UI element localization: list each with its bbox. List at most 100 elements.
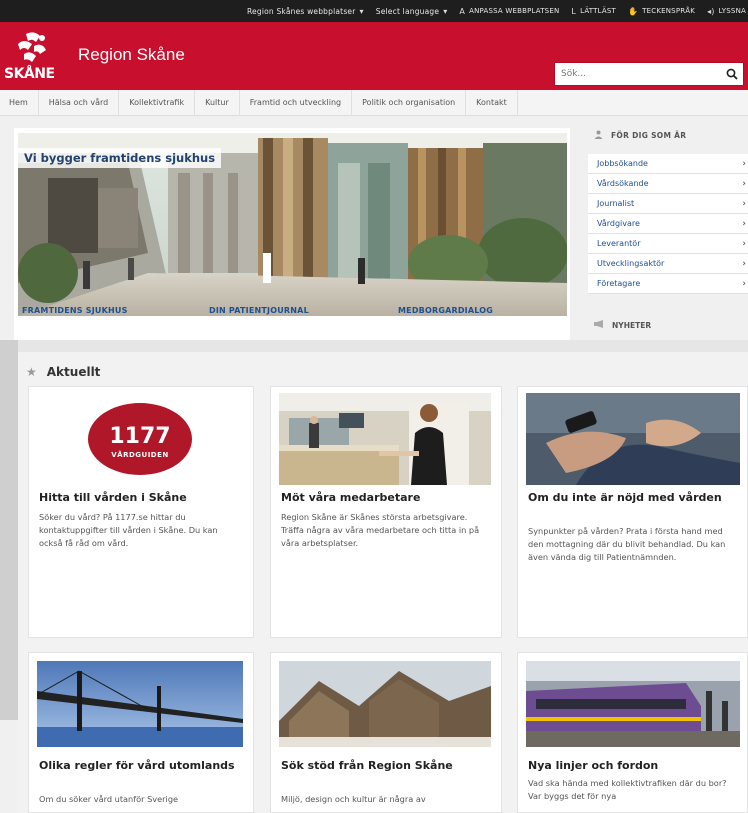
sign-language-link[interactable]: ✋ TECKENSPRÅK	[628, 7, 695, 16]
search-icon	[726, 68, 738, 80]
site-header: SKÅNE Region Skåne	[0, 22, 748, 90]
news-card[interactable]: Olika regler för vård utomlands Om du sö…	[28, 652, 254, 813]
news-card[interactable]: Nya linjer och fordon Vad ska hända med …	[517, 652, 748, 813]
chevron-right-icon: ›	[742, 218, 746, 229]
chevron-right-icon: ›	[742, 238, 746, 249]
aktuellt-title: Aktuellt	[46, 365, 101, 379]
sidebar-item-foretagare[interactable]: Företagare ›	[588, 274, 748, 294]
card-title[interactable]: Nya linjer och fordon	[528, 759, 728, 773]
sign-language-label: TECKENSPRÅK	[642, 7, 696, 15]
card-image-1177[interactable]: 1177 VÅRDGUIDEN	[37, 393, 243, 485]
card-text: Miljö, design och kultur är några av	[281, 794, 426, 804]
language-dropdown[interactable]: Select language ▾	[376, 7, 448, 16]
sidebar-item-leverantor[interactable]: Leverantör ›	[588, 234, 748, 254]
chevron-right-icon: ›	[742, 178, 746, 189]
news-heading: NYHETER	[588, 320, 651, 330]
sidebar-item-label: Jobbsökande	[597, 159, 648, 168]
utility-bar: Region Skånes webbplatser ▾ Select langua…	[0, 0, 748, 22]
search-box	[554, 62, 744, 86]
card-image-staff[interactable]	[279, 393, 491, 485]
news-card[interactable]: 1177 VÅRDGUIDEN Hitta till vården i Skån…	[28, 386, 254, 638]
websites-dropdown[interactable]: Region Skånes webbplatser ▾	[247, 7, 364, 16]
card-title[interactable]: Sök stöd från Region Skåne	[281, 759, 481, 773]
card-image-phone[interactable]	[526, 393, 740, 485]
card-text: Region Skåne är Skånes största arbetsgiv…	[281, 512, 480, 548]
sign-language-icon: ✋	[627, 6, 639, 16]
card-text: Synpunkter på vården? Prata i första han…	[528, 526, 726, 562]
sidebar-item-jobbsokande[interactable]: Jobbsökande ›	[588, 154, 748, 174]
aktuellt-heading: ★ Aktuellt	[26, 365, 100, 379]
news-card[interactable]: Om du inte är nöjd med vården Synpunkter…	[517, 386, 748, 638]
aktuellt-panel: ★ Aktuellt 1177 VÅRDGUIDEN Hitta till vå…	[18, 352, 748, 813]
sidebar-item-label: Journalist	[597, 199, 635, 208]
card-image-train[interactable]	[526, 661, 740, 747]
card-title[interactable]: Olika regler för vård utomlands	[39, 759, 239, 773]
card-text: Om du söker vård utanför Sverige	[39, 794, 179, 804]
background-edge	[0, 340, 18, 720]
hero-link-framtidens-sjukhus[interactable]: FRAMTIDENS SJUKHUS	[22, 306, 128, 315]
caret-down-icon: ▾	[443, 6, 448, 16]
card-title[interactable]: Om du inte är nöjd med vården	[528, 491, 728, 505]
audience-sidebar: FÖR DIG SOM ÄR Jobbsökande › Vårdsökande ›…	[588, 126, 748, 356]
chevron-right-icon: ›	[742, 278, 746, 289]
news-heading-label: NYHETER	[612, 320, 652, 330]
audience-heading-label: FÖR DIG SOM ÄR	[611, 131, 687, 140]
easy-read-link[interactable]: L LÄTTLÄST	[571, 7, 616, 16]
search-button[interactable]	[721, 63, 743, 85]
sidebar-item-vardgivare[interactable]: Vårdgivare ›	[588, 214, 748, 234]
nav-item-kontakt[interactable]: Kontakt	[466, 89, 518, 116]
logo-1177-text: 1177	[109, 424, 170, 449]
card-title[interactable]: Hitta till vården i Skåne	[39, 491, 239, 505]
listen-label: LYSSNA	[718, 7, 746, 15]
sidebar-item-label: Leverantör	[597, 239, 641, 248]
nav-item-framtid-och-utveckling[interactable]: Framtid och utveckling	[240, 89, 353, 116]
card-image-building[interactable]	[279, 661, 491, 747]
easy-read-icon: L	[571, 6, 577, 16]
chevron-right-icon: ›	[742, 258, 746, 269]
news-card[interactable]: Möt våra medarbetare Region Skåne är Skå…	[270, 386, 502, 638]
hero-link-din-patientjournal[interactable]: DIN PATIENTJOURNAL	[209, 306, 309, 315]
card-text: Vad ska hända med kollektivtrafiken där …	[528, 778, 727, 801]
customize-label: ANPASSA WEBBPLATSEN	[469, 7, 560, 15]
easy-read-label: LÄTTLÄST	[580, 7, 616, 15]
card-image-bridge[interactable]	[37, 661, 243, 747]
chevron-right-icon: ›	[742, 158, 746, 169]
sidebar-item-vardsokande[interactable]: Vårdsökande ›	[588, 174, 748, 194]
hero-link-medborgardialog[interactable]: MEDBORGARDIALOG	[398, 306, 493, 315]
text-size-icon: A	[459, 6, 466, 16]
sidebar-item-label: Vårdgivare	[597, 219, 640, 228]
sidebar-item-label: Företagare	[597, 279, 641, 288]
search-input[interactable]	[555, 63, 721, 85]
speaker-icon: ◂)	[707, 6, 715, 16]
logo-vardguiden-text: VÅRDGUIDEN	[111, 450, 169, 459]
audience-heading: FÖR DIG SOM ÄR	[588, 130, 686, 141]
websites-label: Region Skånes webbplatser	[246, 6, 356, 16]
hero-banner: Vi bygger framtidens sjukhus	[14, 128, 570, 348]
language-label: Select language	[375, 6, 440, 16]
main-nav: Hem Hälsa och vård Kollektivtrafik Kultu…	[0, 89, 748, 116]
hero-caption[interactable]: Vi bygger framtidens sjukhus	[18, 148, 222, 168]
nav-item-kultur[interactable]: Kultur	[195, 89, 240, 116]
card-text: Söker du vård? På 1177.se hittar du kont…	[39, 512, 218, 548]
sidebar-item-journalist[interactable]: Journalist ›	[588, 194, 748, 214]
person-icon	[594, 130, 603, 141]
star-icon: ★	[26, 365, 37, 379]
customize-site-link[interactable]: A ANPASSA WEBBPLATSEN	[459, 7, 559, 16]
nav-item-hem[interactable]: Hem	[0, 89, 39, 116]
news-card[interactable]: Sök stöd från Region Skåne Miljö, design…	[270, 652, 502, 813]
logo-text: SKÅNE	[4, 66, 55, 82]
caret-down-icon: ▾	[359, 6, 364, 16]
sidebar-item-label: Vårdsökande	[597, 179, 649, 188]
card-title[interactable]: Möt våra medarbetare	[281, 491, 481, 505]
nav-item-politik-och-organisation[interactable]: Politik och organisation	[352, 89, 467, 116]
griffin-logo-icon	[18, 32, 46, 62]
site-title[interactable]: Region Skåne	[78, 45, 185, 65]
news-icon	[594, 320, 604, 330]
sidebar-item-utvecklingsaktor[interactable]: Utvecklingsaktör ›	[588, 254, 748, 274]
nav-item-kollektivtrafik[interactable]: Kollektivtrafik	[119, 89, 196, 116]
region-skane-logo[interactable]: SKÅNE	[4, 30, 64, 82]
sidebar-item-label: Utvecklingsaktör	[597, 259, 665, 268]
nav-item-halsa-och-vard[interactable]: Hälsa och vård	[39, 89, 120, 116]
audience-list: Jobbsökande › Vårdsökande › Journalist › Vå…	[588, 154, 748, 294]
listen-link[interactable]: ◂) LYSSNA	[707, 7, 746, 16]
